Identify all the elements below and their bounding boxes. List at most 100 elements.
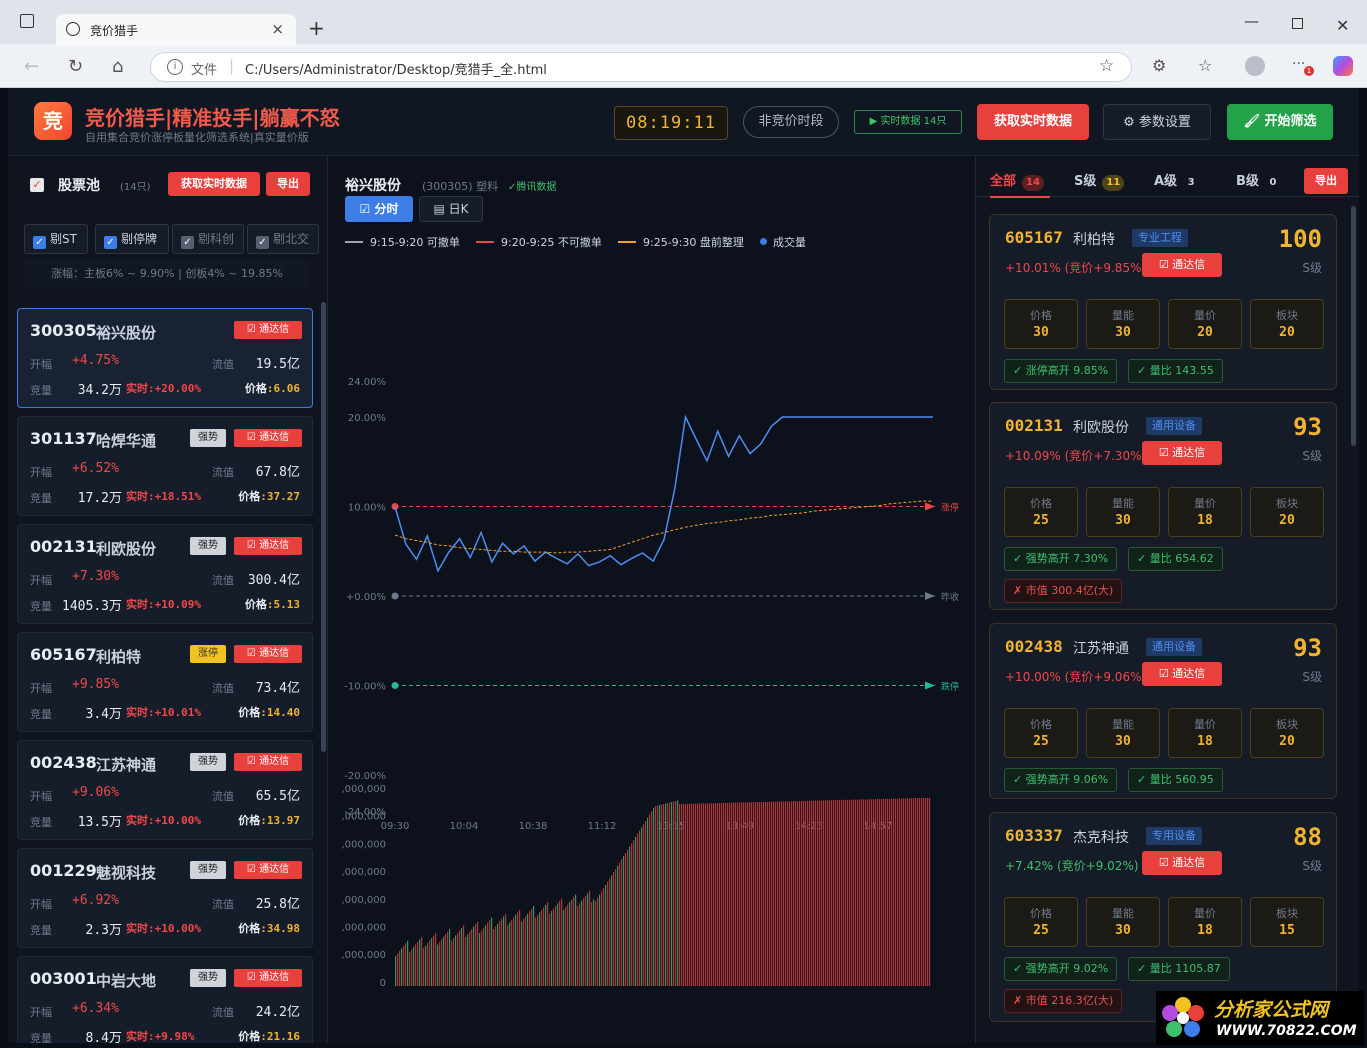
stock-card[interactable]: 003001 中岩大地 强势 ☑ 通达信 开幅 +6.34% 流值 24.2亿 竞量 8.4万 实时… <box>17 956 313 1043</box>
tab-level-0[interactable]: 全部 14 <box>990 170 1044 191</box>
volume-bar <box>685 803 687 987</box>
tdx-button[interactable]: ☑ 通达信 <box>1142 253 1222 277</box>
metric-name: 价格 <box>1030 907 1052 920</box>
vol-tick-label: 0 <box>380 978 386 989</box>
volume-bar <box>603 888 605 986</box>
volume-bar <box>593 899 595 986</box>
vol-label: 竞量 <box>30 492 52 505</box>
stock-card[interactable]: 301137 哈焊华通 强势 ☑ 通达信 开幅 +6.52% 流值 67.8亿 竞量 17.2万实… <box>17 416 313 516</box>
tab-level-2[interactable]: A级 3 <box>1154 170 1199 191</box>
realtime-label: 实时 <box>126 814 148 827</box>
info-icon[interactable]: i <box>167 59 183 75</box>
fetch-realtime-button[interactable]: 获取实时数据 <box>977 104 1089 140</box>
realtime-value: :+10.01% <box>148 706 201 719</box>
back-icon[interactable]: ← <box>24 56 39 77</box>
volume-bar <box>821 800 823 986</box>
tdx-button[interactable]: ☑ 通达信 <box>234 429 302 447</box>
volume-bar <box>569 902 571 986</box>
chart-stock-name: 裕兴股份 <box>345 178 401 194</box>
volume-bar <box>879 799 881 986</box>
extensions-icon[interactable]: ⚙ <box>1152 56 1166 75</box>
volume-bar <box>595 901 597 986</box>
maximize-icon[interactable] <box>1292 18 1303 29</box>
volume-bar <box>893 798 895 986</box>
pool-export-button[interactable]: 导出 <box>266 172 310 196</box>
stock-pool-panel: ✓ 股票池 (14只) 获取实时数据 导出 ✓ 剔ST ✓ 剔停牌 ✓ 剔科创 ✓ 剔北… <box>8 156 328 1043</box>
volume-bar <box>871 799 873 986</box>
filter-star-market[interactable]: ✓ 剔科创 <box>172 224 244 254</box>
signal-card[interactable]: 605167 利柏特 专业工程 100 S级 +10.01% (竞价+9.85%) ☑ 通达… <box>989 214 1337 390</box>
copilot-icon[interactable] <box>1333 56 1353 76</box>
volume-bar <box>509 922 511 986</box>
signal-card[interactable]: 002131 利欧股份 通用设备 93 S级 +10.09% (竞价+7.30%) ☑ 通达… <box>989 402 1337 610</box>
checkbox-icon: ☑ <box>1158 667 1173 680</box>
stock-card[interactable]: 002438 江苏神通 强势 ☑ 通达信 开幅 +9.06% 流值 65.5亿 竞量 13.5万实… <box>17 740 313 840</box>
address-bar[interactable]: i 文件 | C:/Users/Administrator/Desktop/竞猎… <box>150 52 1132 82</box>
tdx-button[interactable]: ☑ 通达信 <box>234 537 302 555</box>
filter-bse[interactable]: ✓ 剔北交 <box>247 224 319 254</box>
stock-card[interactable]: 002131 利欧股份 强势 ☑ 通达信 开幅 +7.30% 流值 300.4亿 竞量 1405.… <box>17 524 313 624</box>
intraday-chart[interactable]: 24.00%20.00%10.00%+0.00%-10.00%-20.00%-2… <box>328 296 976 996</box>
start-filter-button[interactable]: 🖌 开始筛选 <box>1227 104 1333 140</box>
favorite-star-icon[interactable]: ☆ <box>1099 56 1114 76</box>
tdx-label: 通达信 <box>1172 856 1206 869</box>
favorites-icon[interactable]: ☆ <box>1198 56 1212 75</box>
tab-title: 竞价猎手 <box>90 24 139 38</box>
stock-card[interactable]: 300305 裕兴股份 ☑ 通达信 开幅 +4.75% 流值 19.5亿 竞量 34.2万 实时:… <box>17 308 313 408</box>
volume-bar <box>721 802 723 986</box>
volume-bar <box>625 853 627 986</box>
pool-fetch-button[interactable]: 获取实时数据 <box>168 172 260 196</box>
tdx-button[interactable]: ☑ 通达信 <box>234 969 302 987</box>
volume-bar <box>855 799 857 986</box>
tdx-button[interactable]: ☑ 通达信 <box>234 645 302 663</box>
tab-intraday[interactable]: ☑ 分时 <box>345 196 413 222</box>
tab-actions-icon[interactable] <box>20 14 34 28</box>
volume-bar <box>833 800 835 986</box>
close-window-icon[interactable]: ✕ <box>1336 16 1349 35</box>
volume-bar <box>471 929 473 986</box>
metric-value: 20 <box>1279 734 1295 749</box>
volume-bar <box>567 904 569 986</box>
pool-scrollbar[interactable] <box>321 302 326 752</box>
refresh-icon[interactable]: ↻ <box>68 56 83 77</box>
profile-avatar[interactable] <box>1245 56 1265 76</box>
filter-st[interactable]: ✓ 剔ST <box>24 224 88 254</box>
stock-card[interactable]: 605167 利柏特 涨停 ☑ 通达信 开幅 +9.85% 流值 73.4亿 竞量 3.4万 实时:… <box>17 632 313 732</box>
volume-bar <box>643 824 645 986</box>
new-tab-icon[interactable]: + <box>308 16 325 40</box>
realtime-change: 实时:+18.51% <box>126 488 201 504</box>
tdx-button[interactable]: ☑ 通达信 <box>234 861 302 879</box>
tdx-button[interactable]: ☑ 通达信 <box>1142 662 1222 686</box>
volume-bar <box>545 904 547 987</box>
tdx-button[interactable]: ☑ 通达信 <box>234 753 302 771</box>
signals-scrollbar[interactable] <box>1351 206 1356 446</box>
price-value: :34.98 <box>260 922 300 935</box>
filter-suspended[interactable]: ✓ 剔停牌 <box>95 224 169 254</box>
close-tab-icon[interactable]: × <box>271 20 284 38</box>
globe-icon <box>66 22 80 36</box>
signal-card[interactable]: 002438 江苏神通 通用设备 93 S级 +10.00% (竞价+9.06%) ☑ 通达… <box>989 623 1337 799</box>
tdx-button[interactable]: ☑ 通达信 <box>1142 441 1222 465</box>
tdx-button[interactable]: ☑ 通达信 <box>1142 851 1222 875</box>
volume-bar <box>913 798 915 986</box>
tab-level-3[interactable]: B级 0 <box>1236 170 1281 191</box>
tdx-label: 通达信 <box>259 324 290 335</box>
settings-button[interactable]: ⚙ 参数设置 <box>1103 104 1211 140</box>
tab-level-1[interactable]: S级 11 <box>1074 170 1125 191</box>
volume-bar <box>627 849 629 986</box>
legend-swatch <box>345 241 363 243</box>
volume-bar <box>759 802 761 986</box>
volume-bar <box>717 803 719 986</box>
volume-bar <box>441 939 443 986</box>
tab-daily[interactable]: ▤ 日K <box>419 196 483 222</box>
browser-tab[interactable]: 竞价猎手 × <box>56 14 296 46</box>
volume-bar <box>825 800 827 987</box>
metric-name: 量价 <box>1194 309 1216 322</box>
chart-stock-meta: (300305) 塑料 <box>422 180 499 193</box>
tdx-button[interactable]: ☑ 通达信 <box>234 321 302 339</box>
home-icon[interactable]: ⌂ <box>112 56 123 77</box>
stock-card[interactable]: 001229 魅视科技 强势 ☑ 通达信 开幅 +6.92% 流值 25.8亿 竞量 2.3万 实时… <box>17 848 313 948</box>
volume-bar <box>511 920 513 986</box>
signals-export-button[interactable]: 导出 <box>1304 168 1348 194</box>
minimize-icon[interactable]: — <box>1244 12 1259 30</box>
